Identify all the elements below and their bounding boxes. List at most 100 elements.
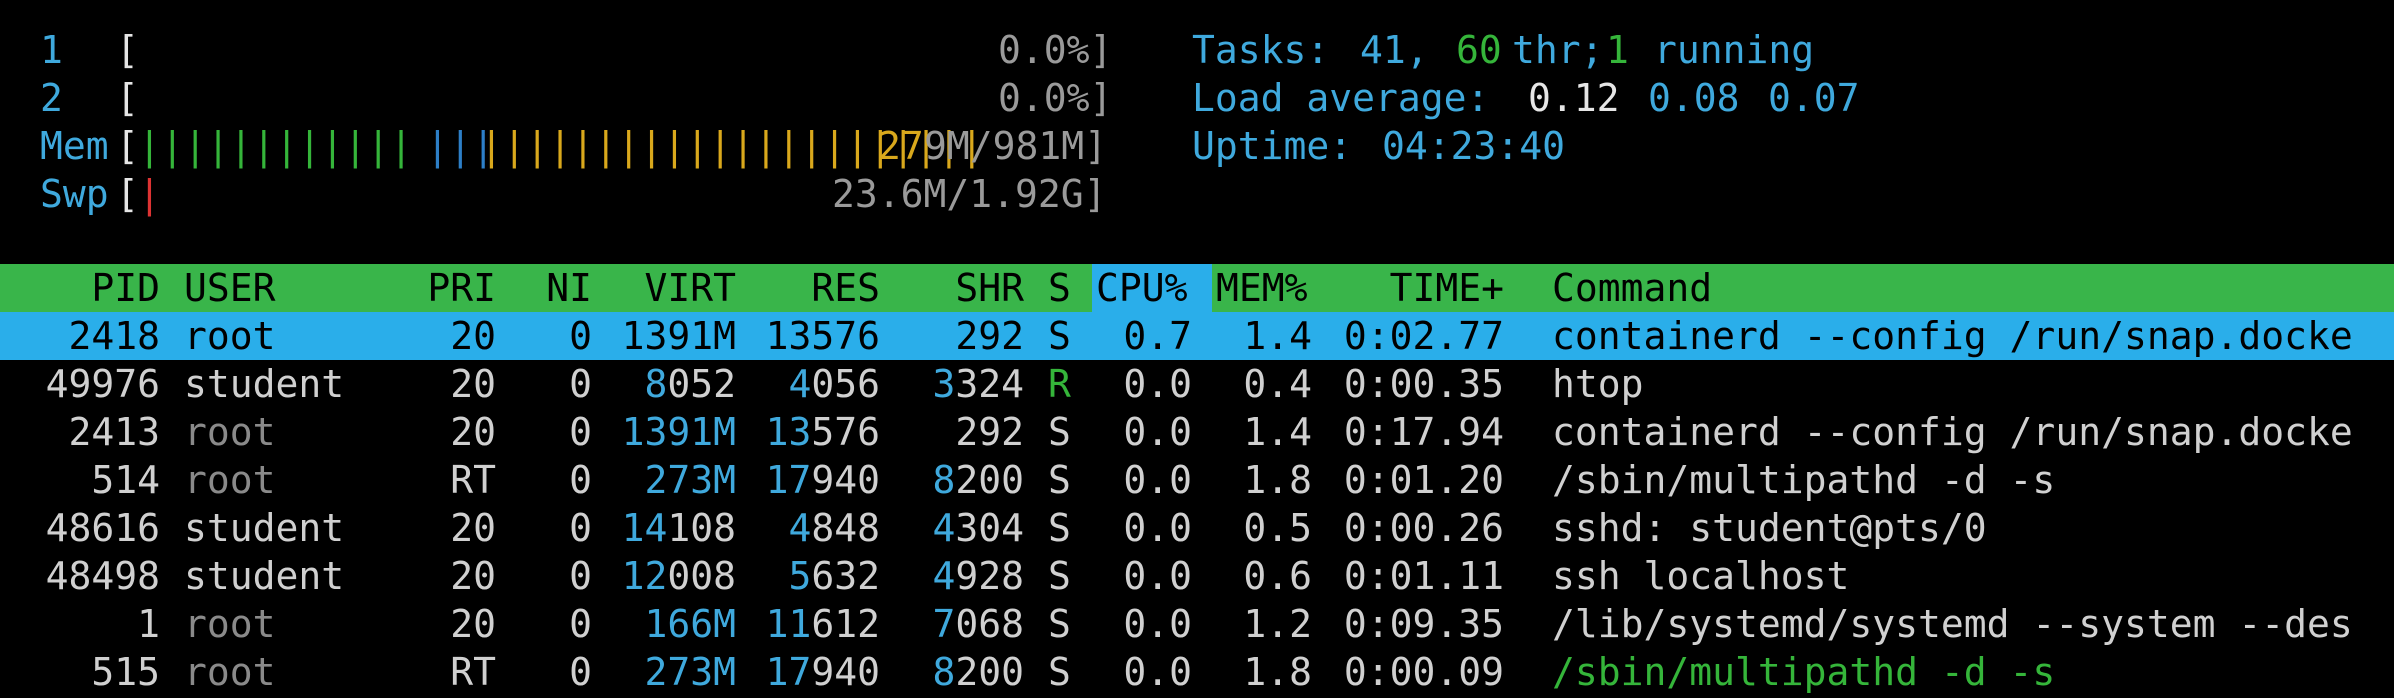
column-header-ni[interactable]: NI [520, 264, 592, 312]
process-virt-cell: 12008 [621, 554, 736, 598]
process-pri-cell: 20 [450, 506, 496, 550]
process-cmd-cell: /sbin/multipathd -d -s [1552, 458, 2056, 502]
process-user-cell: root [184, 650, 276, 694]
process-s-cell: S [1048, 602, 1071, 646]
process-user-cell: root [184, 458, 276, 502]
column-header-time[interactable]: TIME+ [1336, 264, 1504, 312]
process-time-cell: 0:02.77 [1343, 314, 1504, 358]
process-ni-cell: 0 [569, 554, 592, 598]
running-label: running [1654, 28, 1815, 72]
process-shr-cell: 292 [955, 410, 1024, 454]
process-ni-cell: 0 [569, 362, 592, 406]
process-time-cell: 0:09.35 [1343, 602, 1504, 646]
process-pid-cell: 2413 [68, 410, 160, 454]
process-virt-cell: 1391M [621, 410, 736, 454]
process-pid-cell: 49976 [45, 362, 160, 406]
process-s-cell: S [1048, 458, 1071, 502]
mem-value: 9M/981M] [924, 124, 1108, 168]
process-cpu-cell: 0.0 [1123, 554, 1192, 598]
column-header-virt[interactable]: VIRT [616, 264, 736, 312]
process-cpu-cell: 0.0 [1123, 410, 1192, 454]
column-header-command[interactable]: Command [1552, 264, 1712, 312]
mem-label: Mem [40, 124, 109, 168]
column-header-state[interactable]: S [1048, 264, 1071, 312]
process-pid-cell: 2418 [68, 314, 160, 358]
process-res-cell: 13576 [765, 410, 880, 454]
process-time-cell: 0:00.26 [1343, 506, 1504, 550]
threads-label: thr; [1512, 28, 1604, 72]
process-shr-cell: 4928 [932, 554, 1024, 598]
process-shr-cell: 3324 [932, 362, 1024, 406]
process-shr-cell: 8200 [932, 458, 1024, 502]
load-average-label: Load average: [1192, 76, 1490, 120]
process-pri-cell: RT [450, 650, 496, 694]
process-res-cell: 11612 [765, 602, 880, 646]
cpu2-open-bracket: [ [116, 76, 139, 120]
process-cpu-cell: 0.0 [1123, 506, 1192, 550]
process-res-cell: 13576 [765, 314, 880, 358]
process-pri-cell: 20 [450, 410, 496, 454]
process-shr-cell: 8200 [932, 650, 1024, 694]
process-cmd-cell: containerd --config /run/snap.docke [1552, 410, 2353, 454]
process-mem-cell: 1.4 [1243, 410, 1312, 454]
process-pid-cell: 48498 [45, 554, 160, 598]
process-mem-cell: 0.6 [1243, 554, 1312, 598]
process-s-cell: S [1048, 650, 1071, 694]
process-ni-cell: 0 [569, 314, 592, 358]
uptime-value: 04:23:40 [1382, 124, 1566, 168]
cpu2-label: 2 [40, 76, 63, 120]
process-virt-cell: 8052 [644, 362, 736, 406]
process-virt-cell: 273M [644, 458, 736, 502]
process-pri-cell: 20 [450, 554, 496, 598]
mem-open-bracket: [ [116, 124, 139, 168]
process-res-cell: 5632 [788, 554, 880, 598]
process-cpu-cell: 0.0 [1123, 602, 1192, 646]
process-res-cell: 4056 [788, 362, 880, 406]
process-user-cell: student [184, 554, 345, 598]
process-mem-cell: 1.2 [1243, 602, 1312, 646]
process-cmd-cell: sshd: student@pts/0 [1552, 506, 1987, 550]
process-time-cell: 0:01.20 [1343, 458, 1504, 502]
uptime-label: Uptime: [1192, 124, 1353, 168]
threads-count: 60 [1456, 28, 1502, 72]
mem-value-highlight: 27 [878, 124, 924, 168]
process-mem-cell: 1.8 [1243, 650, 1312, 694]
cpu1-label: 1 [40, 28, 63, 72]
load-average-1min: 0.12 [1528, 76, 1620, 120]
column-header-pid[interactable]: PID [40, 264, 160, 312]
cpu2-value: 0.0%] [998, 76, 1113, 120]
process-res-cell: 17940 [765, 458, 880, 502]
process-user-cell: root [184, 602, 276, 646]
process-ni-cell: 0 [569, 650, 592, 694]
process-mem-cell: 1.8 [1243, 458, 1312, 502]
column-header-user[interactable]: USER [184, 264, 276, 312]
process-virt-cell: 166M [644, 602, 736, 646]
process-cpu-cell: 0.0 [1123, 362, 1192, 406]
column-header-res[interactable]: RES [760, 264, 880, 312]
process-ni-cell: 0 [569, 410, 592, 454]
process-s-cell: S [1048, 410, 1071, 454]
column-header-shr[interactable]: SHR [904, 264, 1024, 312]
cpu1-value: 0.0%] [998, 28, 1113, 72]
process-cmd-cell: /sbin/multipathd -d -s [1552, 650, 2056, 694]
process-mem-cell: 0.4 [1243, 362, 1312, 406]
process-time-cell: 0:17.94 [1343, 410, 1504, 454]
mem-used-bar: |||||||||||| [138, 124, 413, 168]
tasks-label: Tasks: [1192, 28, 1330, 72]
process-cmd-cell: ssh localhost [1552, 554, 1850, 598]
process-cpu-cell: 0.0 [1123, 458, 1192, 502]
process-time-cell: 0:00.09 [1343, 650, 1504, 694]
process-shr-cell: 4304 [932, 506, 1024, 550]
process-cpu-cell: 0.7 [1123, 314, 1192, 358]
process-s-cell: S [1048, 314, 1071, 358]
process-cmd-cell: /lib/systemd/systemd --system --des [1552, 602, 2353, 646]
process-time-cell: 0:01.11 [1343, 554, 1504, 598]
process-virt-cell: 14108 [621, 506, 736, 550]
column-header-pri[interactable]: PRI [400, 264, 496, 312]
column-header-cpu[interactable]: CPU% [1096, 264, 1188, 312]
process-res-cell: 17940 [765, 650, 880, 694]
column-header-mem[interactable]: MEM% [1216, 264, 1308, 312]
cpu1-open-bracket: [ [116, 28, 139, 72]
process-virt-cell: 273M [644, 650, 736, 694]
process-shr-cell: 7068 [932, 602, 1024, 646]
